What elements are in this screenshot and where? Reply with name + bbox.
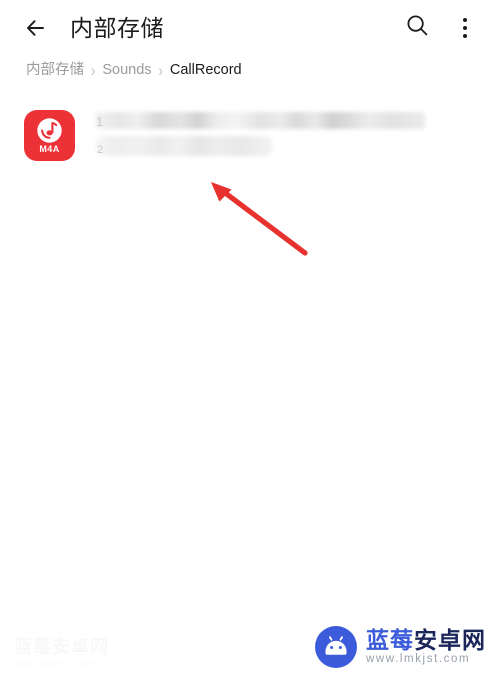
breadcrumb-item-callrecord: CallRecord [169,62,242,78]
breadcrumb-separator: › [91,60,96,80]
music-note-icon [36,117,63,144]
breadcrumb-item-sounds[interactable]: Sounds [102,63,151,78]
watermark-text: 蓝莓安卓网 www.lmkjst.com [366,626,486,667]
file-meta-redacted [95,136,273,156]
watermark-brand: 蓝莓安卓网 [366,626,486,653]
faint-watermark-brand: 蓝莓安卓网 [14,637,109,659]
file-name-ghost-char: 1 [96,114,104,129]
page-title: 内部存储 [70,14,164,41]
app-bar: 内部存储 [0,0,500,56]
file-text-block: 1 2 [95,112,500,156]
red-pointer-arrow [190,170,330,270]
watermark-url: www.lmkjst.com [366,652,471,665]
file-extension-label: M4A [39,144,60,154]
watermark-brand-part2: 安卓网 [414,626,486,653]
search-icon [405,13,430,43]
file-name-redacted [95,112,425,129]
breadcrumb: 内部存储 › Sounds › CallRecord [26,60,242,80]
overflow-menu-button[interactable] [444,7,486,49]
watermark-brand-part1: 蓝莓 [366,626,414,653]
file-list-item[interactable]: M4A 1 2 [0,104,500,176]
faint-watermark: 蓝莓安卓网 www.lmkjst.com [14,637,109,669]
back-button[interactable] [14,6,58,50]
file-list: M4A 1 2 [0,104,500,176]
arrow-left-icon [23,15,49,41]
file-meta-ghost-char: 2 [97,144,104,156]
site-watermark: 蓝莓安卓网 www.lmkjst.com [314,625,486,669]
search-button[interactable] [396,7,438,49]
android-robot-logo [314,625,358,669]
overflow-menu-icon [463,18,467,38]
breadcrumb-item-root[interactable]: 内部存储 [26,63,84,78]
breadcrumb-separator: › [158,60,163,80]
m4a-audio-file-icon: M4A [24,110,75,161]
faint-watermark-url: www.lmkjst.com [14,658,109,669]
